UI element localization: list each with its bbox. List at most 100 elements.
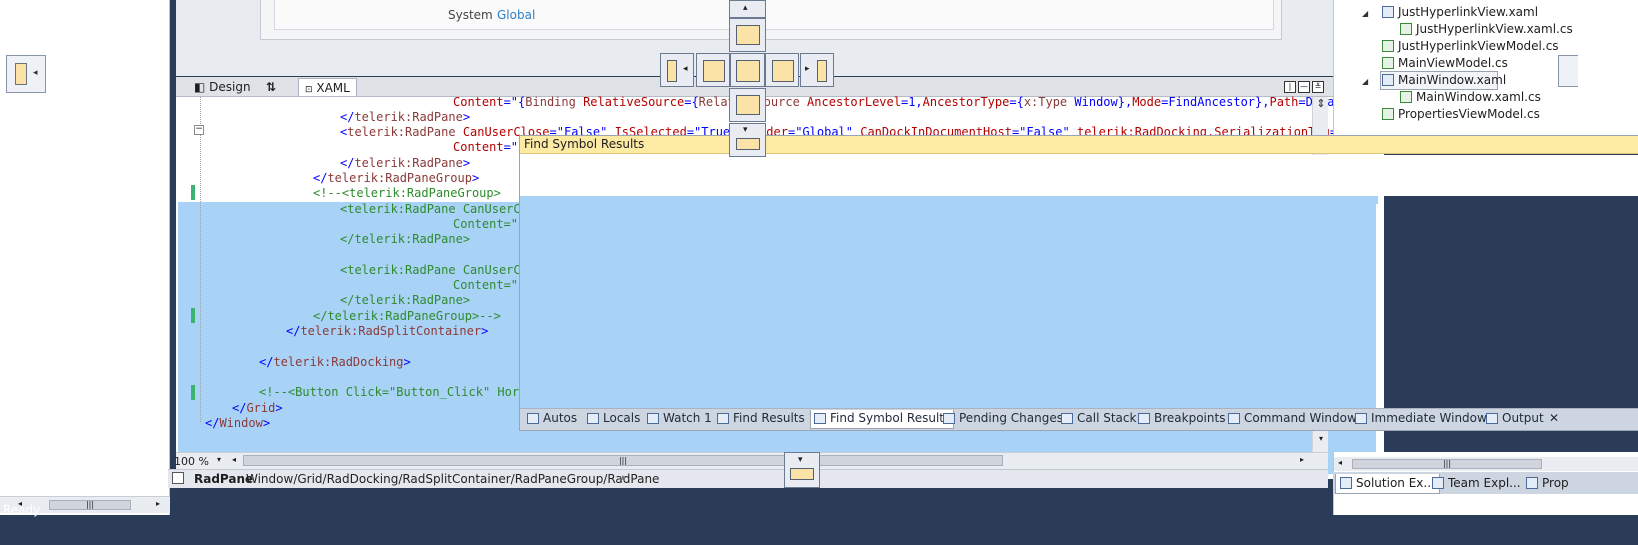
code-token: telerik:RadSplitContainer [300,324,482,338]
csharp-file-icon [1400,23,1412,35]
code-token: <!--<telerik:RadPaneGroup> [313,186,501,200]
code-line[interactable]: </telerik:RadPane> [340,293,470,308]
code-line[interactable]: </Grid> [232,401,283,416]
tool-tab-label: Locals [603,411,641,425]
tool-tab[interactable]: Autos [524,410,580,429]
code-line[interactable]: </telerik:RadDocking> [259,355,411,370]
tool-tab[interactable]: Locals [584,410,643,429]
code-token: </telerik:RadPane> [340,293,471,307]
scroll-thumb[interactable]: ||| [49,500,131,510]
code-token: =FindAncestor}, [1161,95,1270,109]
code-line[interactable]: </telerik:RadPane> [340,110,470,125]
code-line[interactable]: </telerik:RadPane> [340,156,470,171]
swap-panes-button[interactable]: ⇅ [260,78,282,96]
code-line[interactable]: <!--<telerik:RadPaneGroup> [313,186,501,201]
scroll-left-icon[interactable]: ◂ [1338,458,1342,467]
tool-tab[interactable]: Find Results 1 [714,410,819,429]
editor-hscroll-thumb[interactable]: ||| [243,455,1003,466]
code-line[interactable]: </telerik:RadPane> [340,232,470,247]
tool-tab[interactable]: Pending Changes [940,410,1066,429]
tab-design[interactable]: ◧ Design [188,78,257,96]
code-token: </ [340,110,355,124]
collapse-region-icon[interactable]: − [194,125,204,135]
code-token: </ [259,355,274,369]
scroll-left-icon[interactable]: ◂ [232,455,236,464]
dock-top-button[interactable] [729,18,766,52]
tab-properties[interactable]: Prop [1522,474,1573,494]
tree-item[interactable]: JustHyperlinkView.xaml [1382,5,1538,22]
document-outline-icon[interactable] [172,472,184,484]
code-line[interactable]: </telerik:RadPaneGroup>--> [313,309,501,324]
tree-item[interactable]: MainViewModel.cs [1382,56,1508,73]
dock-bottom-edge-button[interactable]: ▾ [784,452,820,488]
scroll-right-icon[interactable]: ▸ [156,499,160,508]
arrow-icon: ▴ [743,3,748,13]
code-line[interactable]: </telerik:RadSplitContainer> [286,324,488,339]
dock-bottom-outer-button[interactable]: ▾ [729,123,766,157]
tool-tab[interactable]: Output [1483,410,1547,429]
breadcrumb-current-element[interactable]: RadPane [194,472,253,486]
dock-bottom-button[interactable] [729,88,766,122]
tree-expander-icon[interactable]: ◢ [1362,77,1368,86]
tab-design-label: Design [209,80,251,94]
tool-window-icon [1228,413,1240,424]
dock-left-button[interactable] [696,53,730,87]
tab-team-explorer[interactable]: Team Expl... [1428,474,1525,494]
designer-tab-system[interactable]: System [448,8,493,22]
tree-item[interactable]: MainWindow.xaml [1382,73,1506,90]
tab-xaml[interactable]: ⊡ XAML [298,78,357,96]
code-token: }, [1117,95,1133,109]
scroll-right-icon[interactable]: ▸ [1300,455,1304,464]
scroll-down-icon[interactable]: ▾ [1315,434,1327,450]
code-line[interactable]: <telerik:RadPane CanUserClo [340,202,535,217]
tool-tab[interactable]: Watch 1 [644,410,715,429]
code-token: <telerik:RadPane CanUserClo [340,263,536,277]
tree-item[interactable]: MainWindow.xaml.cs [1400,90,1541,107]
dock-left-guide-button[interactable]: ◂ [6,55,46,93]
code-line[interactable]: <!--<Button Click="Button_Click" Horizo [259,385,541,400]
breadcrumb-chevron-icon[interactable]: ▸ [622,473,627,483]
tool-window-icon [1138,413,1150,424]
tool-tab[interactable]: Breakpoints [1135,410,1228,429]
split-handle-icon[interactable]: ⇕ [1315,97,1327,113]
horizontal-split-icon[interactable]: — [1298,81,1310,93]
tree-expander-icon[interactable]: ◢ [1362,9,1368,18]
code-line[interactable]: Content="{Binding RelativeSource={Relati… [453,95,1378,110]
tab-label: Solution Ex... [1356,476,1435,490]
tree-item[interactable]: PropertiesViewModel.cs [1382,107,1540,124]
status-bar [0,515,1638,545]
code-token: telerik:RadPaneGroup [327,171,472,185]
document-icon [736,138,760,150]
tree-item[interactable]: JustHyperlinkView.xaml.cs [1400,22,1573,39]
tree-item[interactable]: JustHyperlinkViewModel.cs [1382,39,1559,56]
code-line[interactable]: <telerik:RadPane CanUserClo [340,263,535,278]
dock-preview-overlay [520,196,1328,408]
close-icon[interactable]: ✕ [1546,410,1562,429]
code-token: x:Type [1023,95,1075,109]
tool-window-icon [814,413,826,424]
dock-center-button[interactable] [730,53,765,87]
code-line[interactable]: </telerik:RadPaneGroup> [313,171,479,186]
dock-right-button[interactable] [765,53,799,87]
zoom-dropdown-icon[interactable]: ▾ [217,455,221,464]
dock-right-outer-button[interactable]: ▸ [800,53,834,87]
zoom-level[interactable]: 100 % [174,455,209,468]
collapse-pane-icon[interactable]: ≚ [1312,81,1324,93]
tool-tab[interactable]: Call Stack [1058,410,1139,429]
code-line[interactable]: </Window> [205,416,270,431]
designer-tab-global[interactable]: Global [497,8,535,22]
dock-right-guide-button[interactable] [1558,55,1578,87]
dock-left-outer-button[interactable]: ◂ [660,53,694,87]
tool-tab[interactable]: Command Window [1225,410,1360,429]
solution-hscroll-thumb[interactable]: ||| [1352,459,1542,469]
csharp-file-icon [1382,108,1394,120]
code-line[interactable]: Content="{ [453,278,525,293]
code-line[interactable]: Content="{ [453,217,525,232]
tool-tab[interactable]: Find Symbol Results [810,410,955,429]
tool-tab[interactable]: Immediate Window [1352,410,1490,429]
breadcrumb-path[interactable]: Window/Grid/RadDocking/RadSplitContainer… [246,472,659,486]
code-line[interactable]: Content="{ [453,140,525,155]
vertical-split-icon[interactable]: | [1284,81,1296,93]
tab-solution-explorer[interactable]: Solution Ex... [1335,474,1440,494]
dock-top-outer-button[interactable]: ▴ [729,0,766,18]
